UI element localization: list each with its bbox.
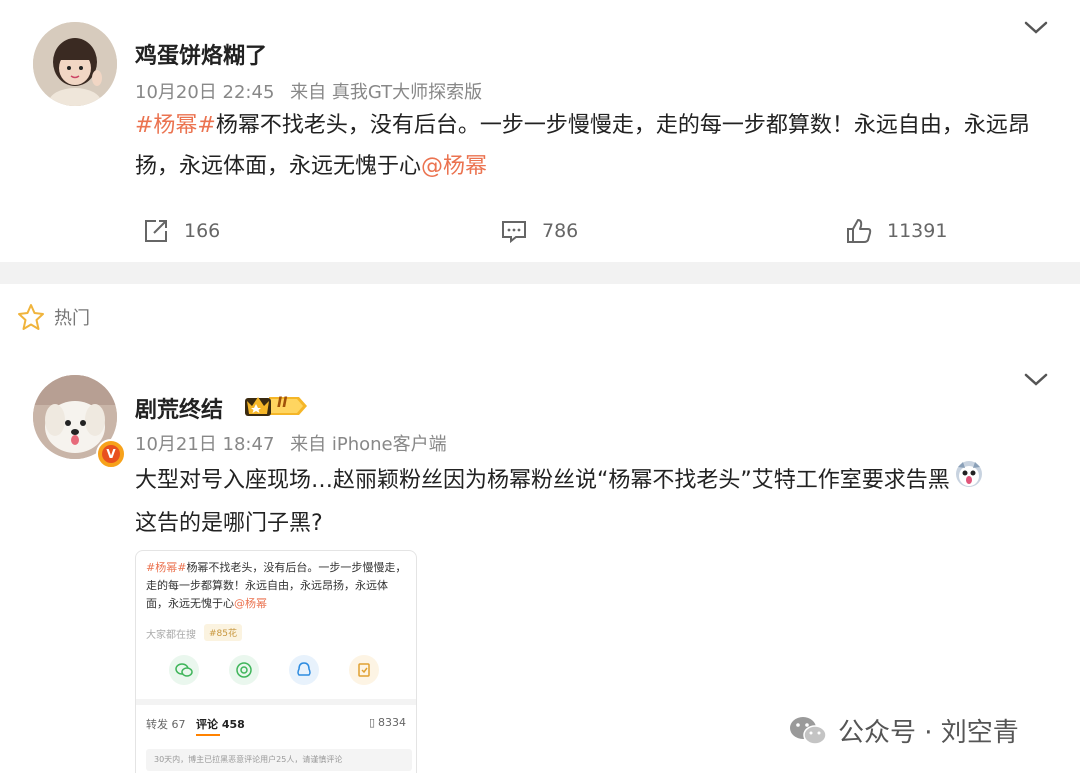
- repost-count: 166: [184, 220, 221, 242]
- embedded-thumb-icon: ▯: [368, 716, 375, 729]
- comment-username[interactable]: 剧荒终结: [135, 392, 223, 424]
- embedded-like-count: ▯ 8334: [368, 716, 406, 729]
- comment-source: 来自 iPhone客户端: [290, 434, 447, 455]
- embedded-tabs: 转发 67 评论 458: [146, 718, 245, 731]
- wechat-logo-icon: [790, 716, 827, 745]
- share-icon: [145, 220, 167, 242]
- comments-card: 热门 V 剧荒终结 II 10月21日 18:47 来自 iPhone客户端 大…: [0, 284, 1080, 773]
- comment-date: 10月21日 18:47: [135, 434, 275, 455]
- vip-level-badge: II: [243, 393, 309, 423]
- thumbs-up-icon: [847, 219, 872, 243]
- post-date: 10月20日 22:45: [135, 82, 275, 103]
- post-source: 来自 真我GT大师探索版: [290, 82, 483, 103]
- watermark: 公众号 · 刘空青: [788, 712, 1019, 749]
- like-count: 11391: [887, 220, 948, 242]
- hot-section-header: 热门: [16, 302, 90, 332]
- repost-button[interactable]: 166: [142, 216, 220, 246]
- embedded-search-hint: 大家都在搜: [146, 630, 196, 641]
- post-card: 鸡蛋饼烙糊了 10月20日 22:45 来自 真我GT大师探索版 #杨幂#杨幂不…: [0, 0, 1080, 262]
- comment-line-1: 大型对号入座现场…赵丽颖粉丝因为杨幂粉丝说“杨幂不找老头”艾特工作室要求告黑: [135, 468, 950, 493]
- comment-button[interactable]: 786: [500, 216, 578, 246]
- comment-image[interactable]: #杨幂#杨幂不找老头，没有后台。一步一步慢慢走，走的每一步都算数！永远自由，永远…: [135, 550, 417, 773]
- post-body: 杨幂不找老头，没有后台。一步一步慢慢走，走的每一步都算数！永远自由，永远昂扬，永…: [135, 113, 1030, 179]
- username[interactable]: 鸡蛋饼烙糊了: [135, 38, 267, 70]
- comment-meta: 10月21日 18:47 来自 iPhone客户端: [135, 430, 457, 456]
- comment-line-2: 这告的是哪门子黑?: [135, 511, 323, 536]
- chevron-down-icon[interactable]: [1019, 370, 1053, 390]
- embedded-tab-underline: [196, 734, 220, 736]
- embedded-note: 30天内，博主已拉黑恶意评论用户25人，请谨慎评论: [146, 749, 412, 771]
- chevron-down-icon[interactable]: [1019, 18, 1053, 38]
- comment-count: 786: [542, 220, 579, 242]
- embedded-hint-tag: #85花: [204, 624, 242, 641]
- like-button[interactable]: 11391: [845, 216, 947, 246]
- star-icon: [18, 304, 44, 330]
- post-text: #杨幂#杨幂不找老头，没有后台。一步一步慢慢走，走的每一步都算数！永远自由，永远…: [135, 105, 1050, 187]
- post-meta: 10月20日 22:45 来自 真我GT大师探索版: [135, 78, 492, 104]
- mention-link[interactable]: @杨幂: [421, 154, 487, 179]
- shocked-emoji-icon: [954, 459, 984, 503]
- embedded-divider: [136, 699, 416, 705]
- topic-tag[interactable]: #杨幂#: [135, 113, 216, 138]
- comment-text: 大型对号入座现场…赵丽颖粉丝因为杨幂粉丝说“杨幂不找老头”艾特工作室要求告黑 这…: [135, 459, 1035, 544]
- hot-label: 热门: [54, 308, 90, 329]
- avatar[interactable]: [33, 22, 117, 106]
- moments-icon: [229, 655, 259, 685]
- save-icon: [349, 655, 379, 685]
- comment-icon: [502, 221, 526, 244]
- verified-badge: V: [96, 439, 126, 469]
- wechat-icon: [169, 655, 199, 685]
- vip-level-text: II: [277, 395, 288, 411]
- embedded-post-text: #杨幂#杨幂不找老头，没有后台。一步一步慢慢走，走的每一步都算数！永远自由，永远…: [146, 561, 407, 610]
- qq-icon: [289, 655, 319, 685]
- watermark-text: 公众号 · 刘空青: [838, 718, 1019, 748]
